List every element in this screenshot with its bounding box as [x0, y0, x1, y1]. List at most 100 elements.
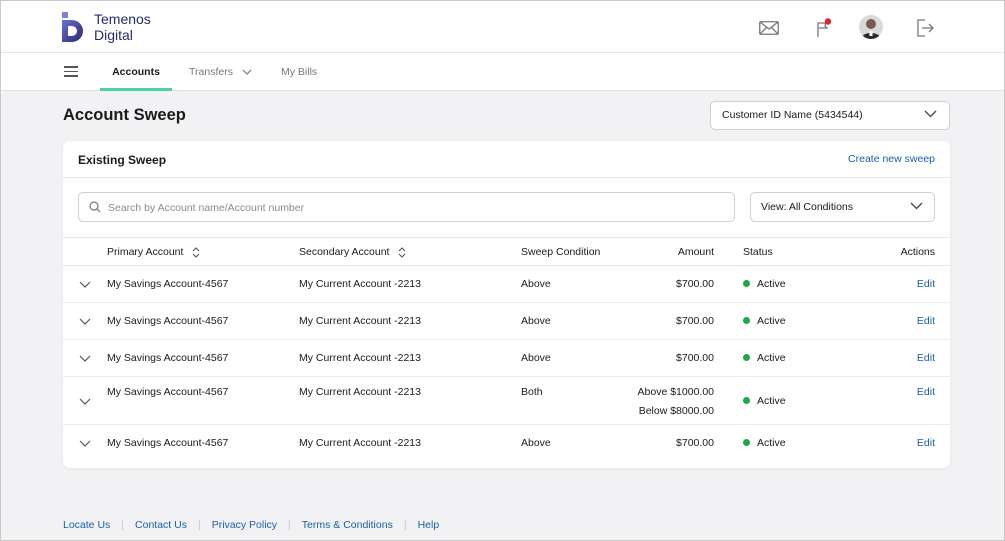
primary-account: My Savings Account-4567	[107, 437, 229, 449]
amount-value: $700.00	[676, 437, 714, 449]
expand-row-icon[interactable]	[79, 281, 91, 289]
amount-value: $700.00	[676, 315, 714, 327]
view-conditions-select[interactable]: View: All Conditions	[750, 192, 935, 222]
status-active-dot	[743, 438, 750, 446]
footer-link-locate-us[interactable]: Locate Us	[63, 519, 110, 531]
table-row: My Savings Account-4567 My Current Accoun…	[63, 340, 950, 377]
status-label: Active	[757, 352, 786, 364]
footer-links: Locate Us | Contact Us | Privacy Policy | Term…	[63, 519, 440, 531]
amount-value: Above $1000.00	[637, 386, 714, 398]
sweep-condition: Above	[521, 278, 551, 290]
create-new-sweep-link[interactable]: Create new sweep	[848, 153, 935, 165]
search-box	[78, 192, 735, 222]
secondary-account: My Current Account -2213	[299, 352, 421, 364]
status-label: Active	[757, 315, 786, 327]
column-label: Primary Account	[107, 246, 184, 258]
amount: $700.00	[676, 434, 714, 453]
existing-sweep-card: Existing Sweep Create new sweep View: Al…	[63, 141, 950, 468]
edit-button[interactable]: Edit	[917, 386, 935, 398]
edit-button[interactable]: Edit	[917, 315, 935, 327]
sweep-condition: Both	[521, 386, 543, 398]
footer-link-privacy-policy[interactable]: Privacy Policy	[212, 519, 277, 531]
secondary-account: My Current Account -2213	[299, 315, 421, 327]
mail-icon[interactable]	[756, 15, 782, 41]
edit-button[interactable]: Edit	[917, 437, 935, 449]
customer-select-value: Customer ID Name (5434544)	[722, 109, 863, 121]
page-title: Account Sweep	[63, 106, 186, 124]
status-label: Active	[757, 437, 786, 449]
status: Active	[743, 437, 786, 449]
amount: $700.00	[676, 312, 714, 331]
secondary-account: My Current Account -2213	[299, 278, 421, 290]
brand-line1: Temenos	[94, 11, 151, 27]
chevron-down-icon	[242, 69, 252, 76]
column-actions: Actions	[900, 246, 935, 258]
logo-mark-icon	[62, 12, 83, 42]
status-active-dot	[743, 353, 750, 361]
nav-bar: Accounts Transfers My Bills	[1, 53, 1004, 91]
brand-line2: Digital	[94, 27, 133, 43]
status-active-dot	[743, 279, 750, 287]
chevron-down-icon	[924, 110, 937, 118]
expand-row-icon[interactable]	[79, 318, 91, 326]
top-bar: Temenos Digital	[1, 1, 1004, 53]
column-sweep-condition: Sweep Condition	[521, 246, 601, 258]
table-row: My Savings Account-4567 My Current Accoun…	[63, 266, 950, 303]
logout-icon[interactable]	[912, 15, 938, 41]
status: Active	[743, 352, 786, 364]
table-row: My Savings Account-4567 My Current Accoun…	[63, 303, 950, 340]
brand-name: Temenos Digital	[94, 11, 151, 43]
search-input[interactable]	[108, 199, 708, 216]
primary-account: My Savings Account-4567	[107, 278, 229, 290]
secondary-account: My Current Account -2213	[299, 386, 421, 398]
status: Active	[743, 315, 786, 327]
footer-link-contact-us[interactable]: Contact Us	[135, 519, 187, 531]
tab-my-bills[interactable]: My Bills	[281, 53, 317, 91]
view-select-value: View: All Conditions	[761, 201, 854, 213]
hamburger-menu-icon[interactable]	[64, 66, 78, 78]
tab-accounts[interactable]: Accounts	[100, 53, 172, 91]
column-amount: Amount	[677, 246, 714, 258]
expand-row-icon[interactable]	[79, 398, 91, 406]
status-label: Active	[757, 395, 786, 407]
primary-account: My Savings Account-4567	[107, 386, 229, 398]
card-title: Existing Sweep	[78, 153, 167, 167]
table-row: My Savings Account-4567 My Current Accoun…	[63, 377, 950, 425]
status-active-dot	[743, 396, 750, 404]
search-icon	[89, 201, 101, 213]
footer-link-terms[interactable]: Terms & Conditions	[302, 519, 393, 531]
table-header: Primary Account Secondary Account Sweep …	[63, 237, 950, 266]
status-active-dot	[743, 316, 750, 324]
status-label: Active	[757, 278, 786, 290]
amount: Above $1000.00 Below $8000.00	[638, 383, 714, 421]
edit-button[interactable]: Edit	[917, 352, 935, 364]
primary-account: My Savings Account-4567	[107, 352, 229, 364]
chevron-down-icon	[910, 202, 923, 210]
column-secondary-account[interactable]: Secondary Account	[299, 238, 406, 266]
edit-button[interactable]: Edit	[917, 278, 935, 290]
sweep-condition: Above	[521, 352, 551, 364]
sort-icon[interactable]	[398, 246, 406, 258]
column-label: Secondary Account	[299, 246, 390, 258]
footer-link-help[interactable]: Help	[418, 519, 440, 531]
brand-logo[interactable]: Temenos Digital	[62, 11, 151, 43]
secondary-account: My Current Account -2213	[299, 437, 421, 449]
expand-row-icon[interactable]	[79, 355, 91, 363]
amount: $700.00	[676, 275, 714, 294]
status: Active	[743, 278, 786, 290]
sort-icon[interactable]	[192, 246, 200, 258]
tab-transfers-label: Transfers	[189, 66, 233, 78]
sweep-condition: Above	[521, 315, 551, 327]
column-primary-account[interactable]: Primary Account	[107, 238, 200, 266]
user-avatar[interactable]	[859, 15, 883, 39]
tab-transfers[interactable]: Transfers	[189, 53, 252, 91]
amount: $700.00	[676, 349, 714, 368]
primary-account: My Savings Account-4567	[107, 315, 229, 327]
status: Active	[743, 395, 786, 407]
amount-value-2: Below $8000.00	[638, 405, 714, 417]
notification-flag-icon[interactable]	[810, 15, 836, 41]
expand-row-icon[interactable]	[79, 440, 91, 448]
amount-value: $700.00	[676, 352, 714, 364]
customer-select[interactable]: Customer ID Name (5434544)	[710, 101, 950, 130]
table-row: My Savings Account-4567 My Current Accoun…	[63, 425, 950, 468]
